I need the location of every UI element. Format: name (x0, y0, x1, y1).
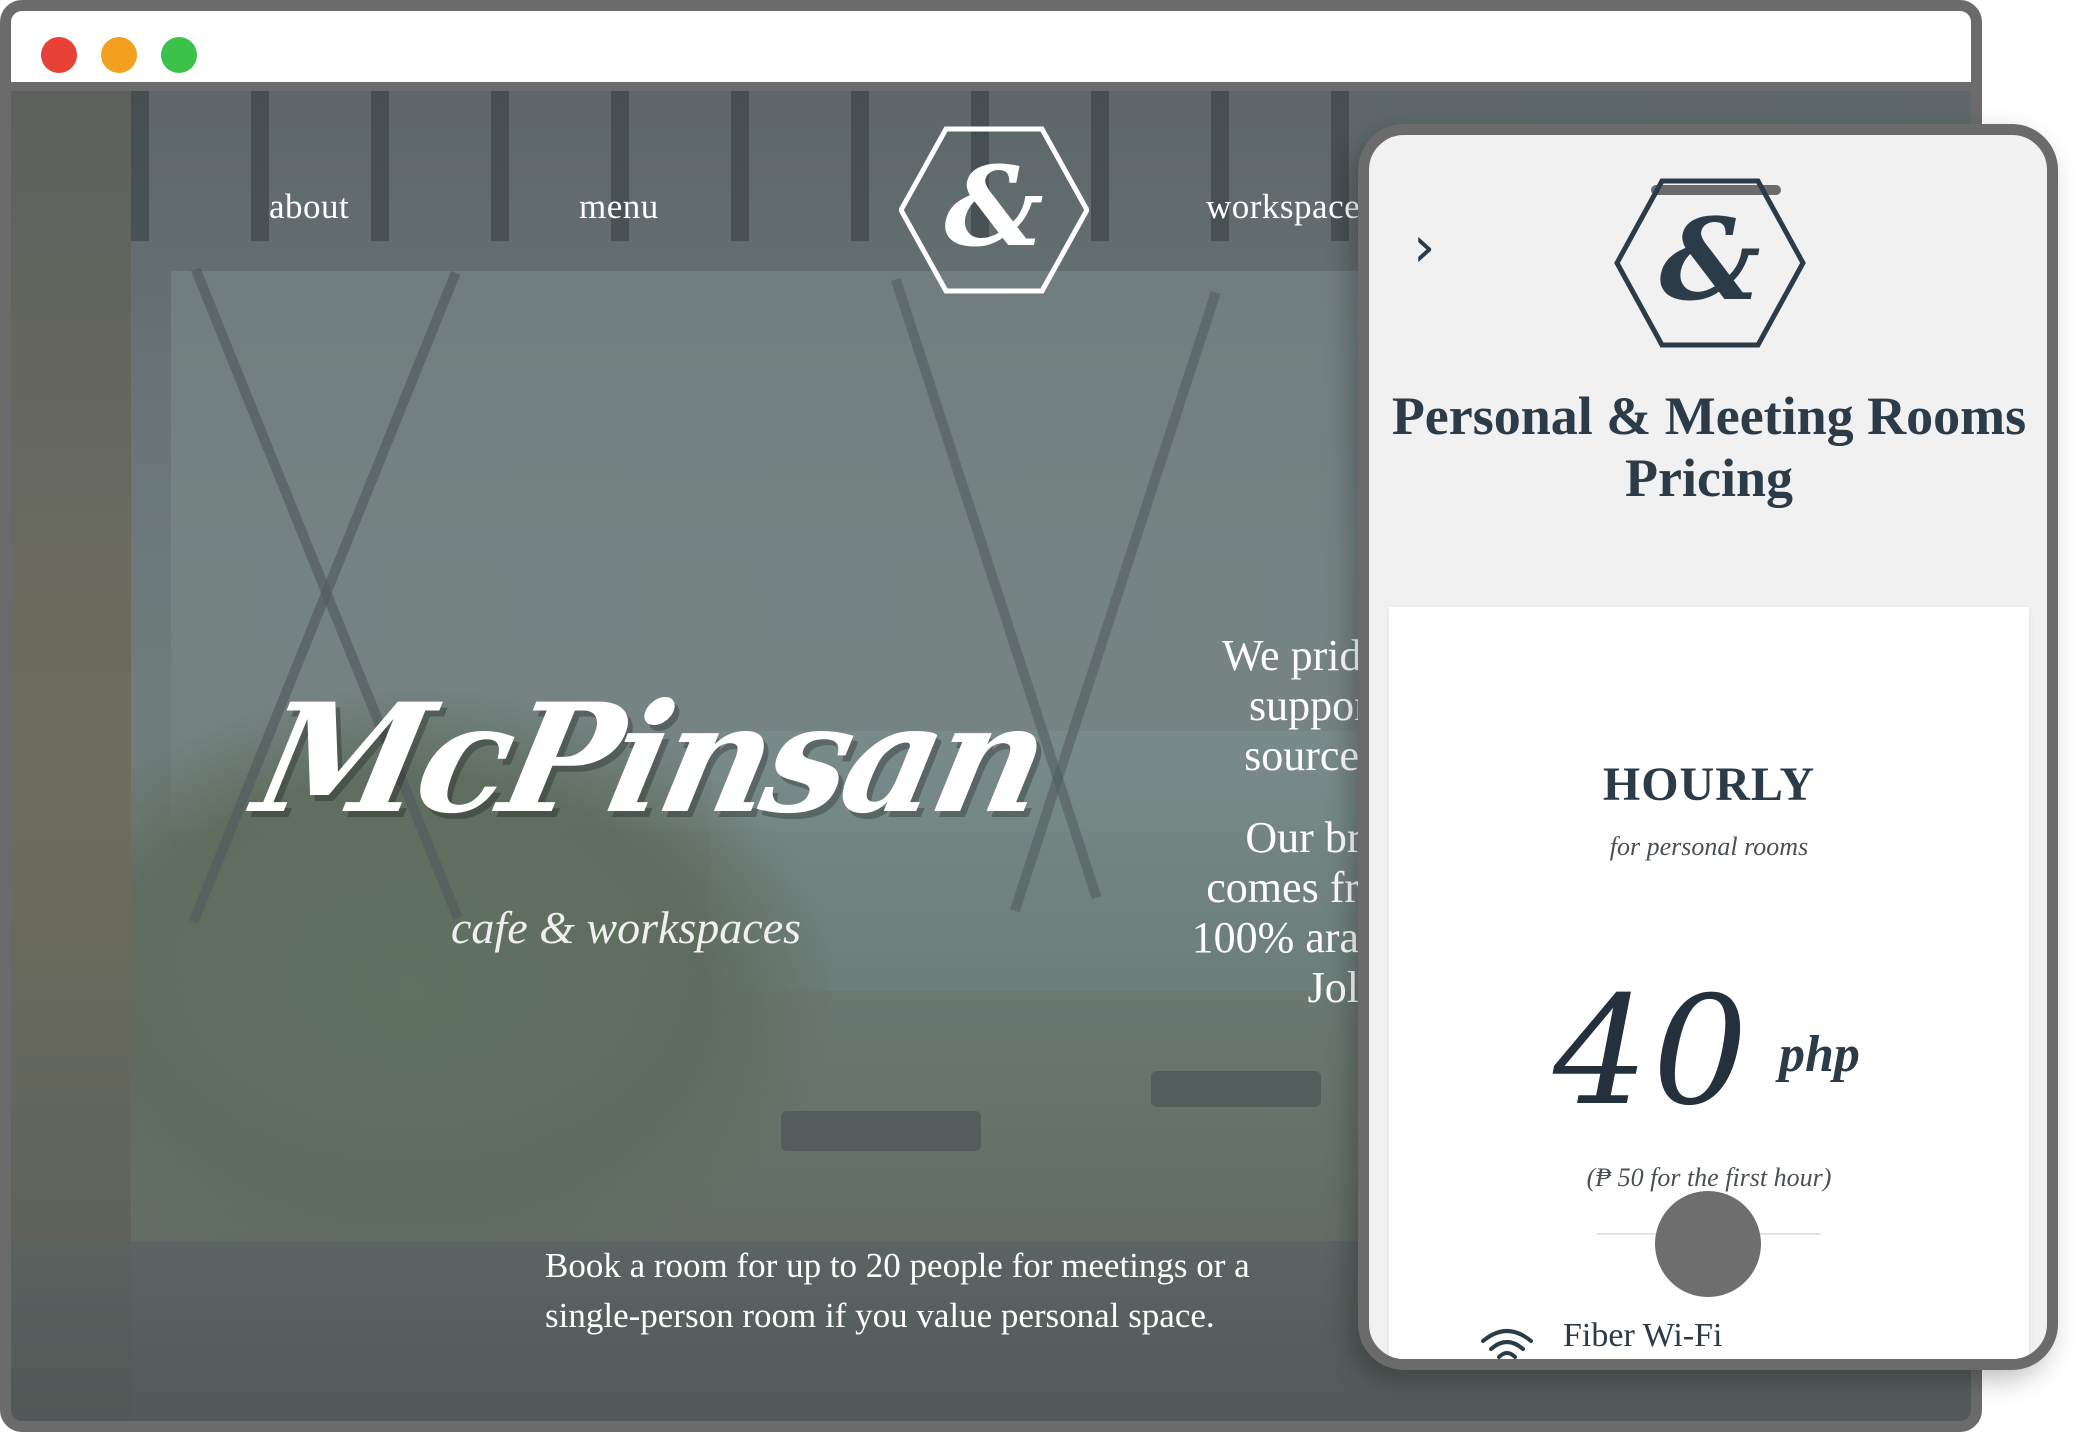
browser-titlebar (11, 11, 1971, 91)
ampersand-logo-icon[interactable]: & (899, 125, 1089, 295)
about-line: Our bre (1245, 813, 1381, 862)
mobile-device: › & Personal & Meeting Rooms Pricing HOU… (1358, 124, 2058, 1370)
hero-background-wall (11, 91, 131, 1421)
plan-subtitle: for personal rooms (1609, 832, 1809, 861)
floating-action-button[interactable] (1655, 1191, 1761, 1297)
svg-text:&: & (944, 142, 1043, 271)
rooms-blurb-line: Book a room for up to 20 people for meet… (545, 1246, 1250, 1285)
brand-name: McPinsan (242, 671, 1059, 847)
rooms-blurb-line: single-person room if you value personal… (545, 1296, 1215, 1335)
pricing-card: HOURLY for personal rooms 40 php (₱ 50 f… (1389, 607, 2029, 1359)
plan-title: HOURLY (1602, 758, 1816, 811)
chevron-right-icon[interactable]: › (1413, 215, 1435, 280)
about-blurb: We pride support sourced Our bre comes f… (1141, 631, 1381, 1111)
plan-currency: php (1779, 1026, 1860, 1083)
nav-workspace[interactable]: workspace (1206, 187, 1360, 227)
maximize-window-button[interactable] (161, 37, 197, 73)
minimize-window-button[interactable] (101, 37, 137, 73)
rooms-blurb: Book a room for up to 20 people for meet… (545, 1241, 1385, 1361)
brand-tagline: cafe & workspaces (451, 902, 802, 953)
plan-note: (₱ 50 for the first hour) (1586, 1163, 1832, 1192)
feature-wifi: Fiber Wi-Fi (1563, 1317, 1723, 1354)
wifi-icon (1481, 1329, 1533, 1359)
svg-text:&: & (1659, 195, 1760, 326)
about-line: 100% arab (1191, 913, 1381, 962)
ampersand-logo-icon[interactable]: & (1613, 175, 1807, 351)
plan-price: 40 (1553, 965, 1752, 1139)
hero-background-stool (781, 1111, 981, 1151)
close-window-button[interactable] (41, 37, 77, 73)
nav-about[interactable]: about (269, 187, 349, 227)
about-line: We pride (1222, 631, 1381, 680)
about-line: Jolo (1307, 963, 1381, 1012)
about-line: sourced (1244, 731, 1381, 780)
about-line: comes fro (1206, 863, 1381, 912)
about-line: support (1249, 681, 1381, 730)
nav-menu[interactable]: menu (579, 187, 659, 227)
pricing-title: Personal & Meeting Rooms Pricing (1391, 386, 2027, 508)
